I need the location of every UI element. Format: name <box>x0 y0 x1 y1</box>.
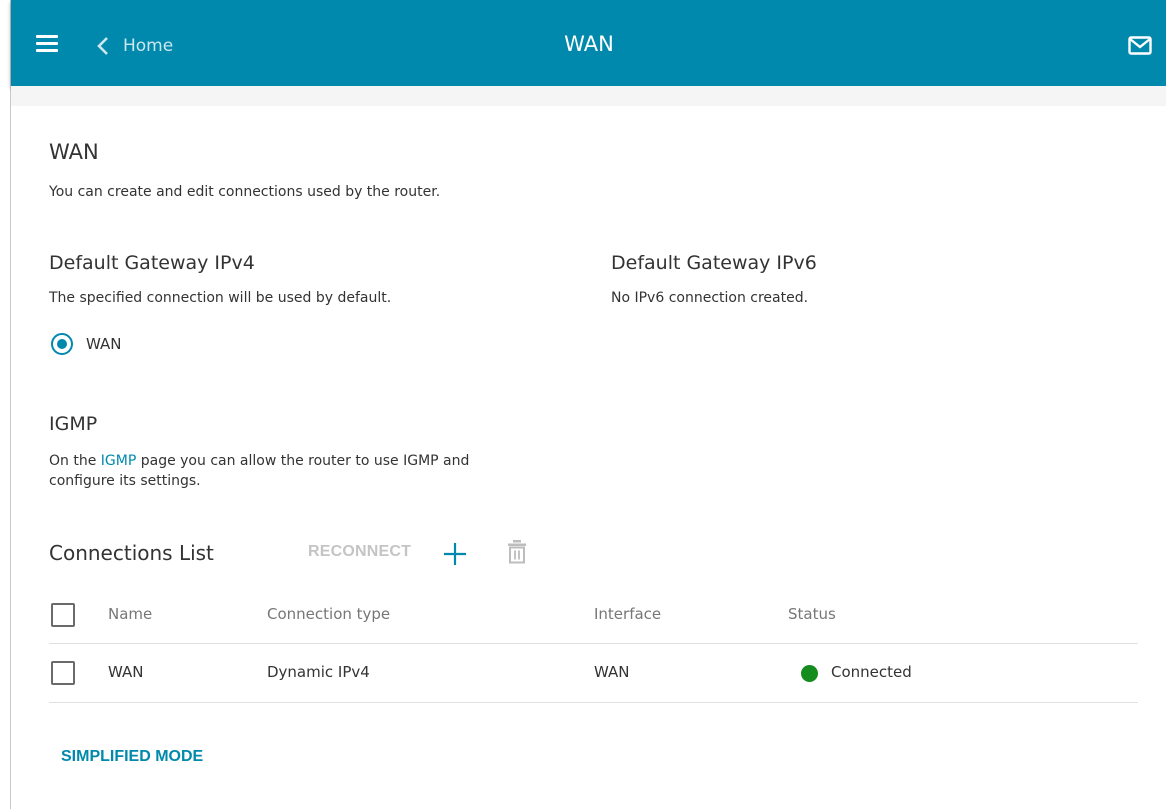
reconnect-button[interactable]: RECONNECT <box>308 543 411 561</box>
page-header-title: WAN <box>564 32 614 56</box>
igmp-text-before: On the <box>49 453 101 469</box>
simplified-mode-button[interactable]: SIMPLIFIED MODE <box>61 748 203 766</box>
igmp-description-line2: configure its settings. <box>49 473 201 489</box>
column-header-name[interactable]: Name <box>108 605 152 623</box>
table-row[interactable]: WAN Dynamic IPv4 WAN Connected <box>49 644 1138 702</box>
column-header-status[interactable]: Status <box>788 605 836 623</box>
connections-list-title: Connections List <box>49 541 214 565</box>
plus-icon[interactable] <box>442 541 468 567</box>
page-description: You can create and edit connections used… <box>49 184 441 200</box>
igmp-description-line1: On the IGMP page you can allow the route… <box>49 453 469 469</box>
status-indicator <box>801 665 818 682</box>
mail-icon[interactable] <box>1128 36 1152 56</box>
gateway-ipv4-radio-wan[interactable] <box>51 333 73 355</box>
gateway-ipv6-description: No IPv6 connection created. <box>611 290 809 306</box>
table-bottom-divider <box>49 702 1138 703</box>
row-checkbox[interactable] <box>51 661 75 685</box>
cell-status: Connected <box>831 663 912 681</box>
cell-interface: WAN <box>594 663 630 681</box>
top-bar: Home WAN <box>11 0 1166 86</box>
igmp-text-after: page you can allow the router to use IGM… <box>136 453 470 469</box>
select-all-checkbox[interactable] <box>51 603 75 627</box>
content-top-strip <box>11 86 1166 106</box>
page-title: WAN <box>49 140 99 164</box>
gateway-ipv4-radio-label[interactable]: WAN <box>86 335 122 353</box>
cell-name: WAN <box>108 663 144 681</box>
column-header-connection-type[interactable]: Connection type <box>267 605 390 623</box>
cell-connection-type: Dynamic IPv4 <box>267 663 370 681</box>
gateway-ipv6-title: Default Gateway IPv6 <box>611 252 817 274</box>
gateway-ipv4-title: Default Gateway IPv4 <box>49 252 255 274</box>
gateway-ipv4-description: The specified connection will be used by… <box>49 290 392 306</box>
trash-icon[interactable] <box>507 539 527 565</box>
column-header-interface[interactable]: Interface <box>594 605 661 623</box>
app-frame: Home WAN WAN You can create and edit con… <box>10 0 1166 809</box>
igmp-link[interactable]: IGMP <box>101 453 137 469</box>
igmp-title: IGMP <box>49 413 98 435</box>
